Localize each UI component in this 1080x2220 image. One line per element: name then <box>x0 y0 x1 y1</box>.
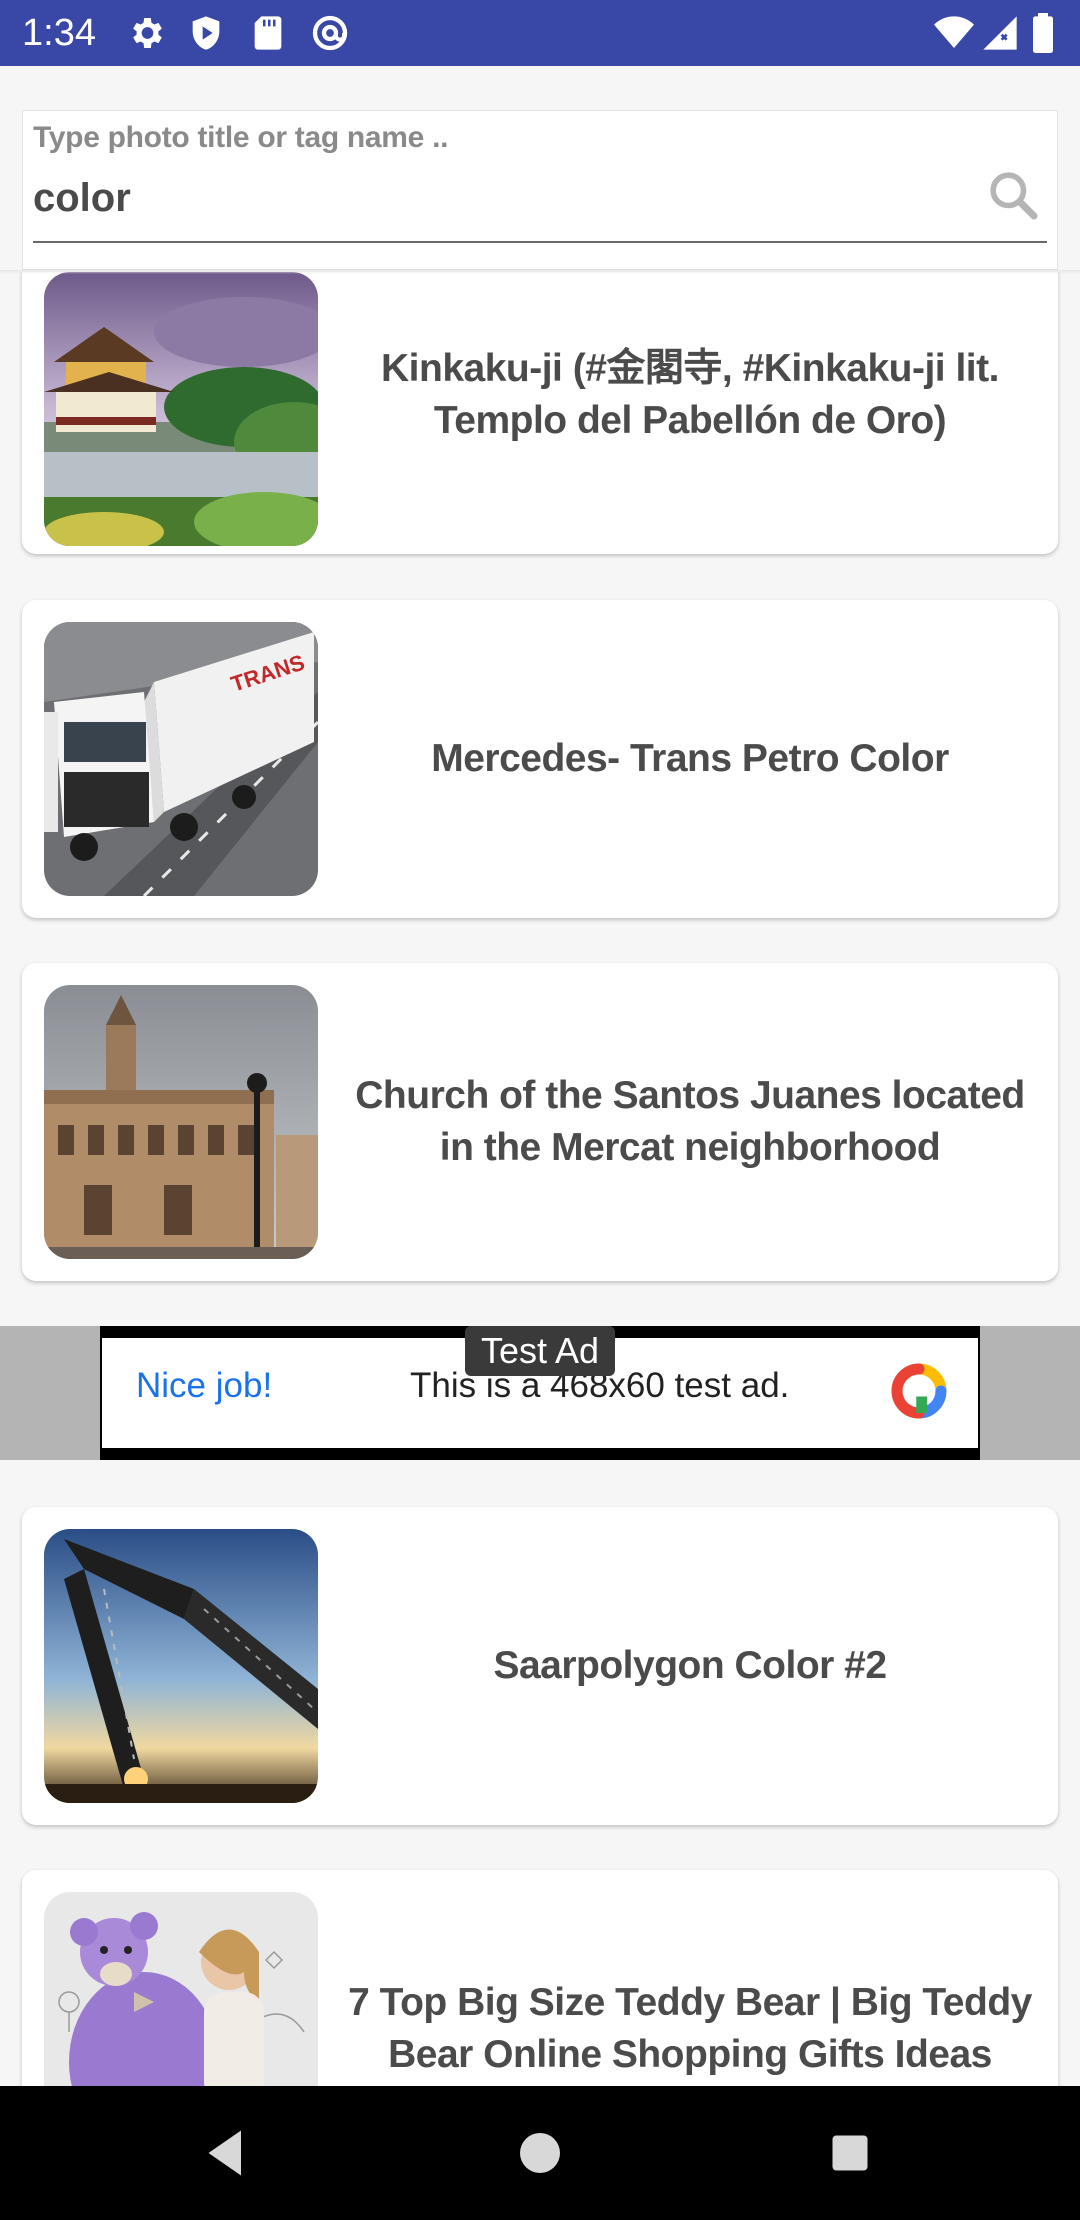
battery-icon <box>1030 13 1060 53</box>
signal-icon <box>980 13 1020 53</box>
thumbnail-image <box>44 272 318 546</box>
search-hint: Type photo title or tag name .. <box>33 121 449 154</box>
recents-icon[interactable] <box>820 2123 880 2183</box>
item-title: Kinkaku-ji (#金閣寺, #Kinkaku-ji lit. Templ… <box>381 347 999 442</box>
search-icon[interactable] <box>985 167 1041 223</box>
thumbnail-image: TRANS <box>44 622 318 896</box>
list-item[interactable]: Church of the Santos Juanes located in t… <box>22 963 1058 1281</box>
status-bar: 1:34 <box>0 0 1080 66</box>
item-title: Mercedes- Trans Petro Color <box>431 737 949 780</box>
thumbnail-image <box>44 1529 318 1803</box>
item-title: Saarpolygon Color #2 <box>493 1644 887 1687</box>
thumbnail-image <box>44 985 318 1259</box>
search-input[interactable] <box>33 169 1033 227</box>
ad-label: Test Ad <box>465 1326 615 1376</box>
list-item[interactable]: Kinkaku-ji (#金閣寺, #Kinkaku-ji lit. Templ… <box>22 236 1058 554</box>
settings-icon <box>126 13 166 53</box>
ad-cta[interactable]: Nice job! <box>136 1366 272 1406</box>
list-item[interactable]: TRANS Mercedes- Trans Petro Color <box>22 600 1058 918</box>
back-icon[interactable] <box>196 2123 256 2183</box>
search-box: Type photo title or tag name .. <box>22 110 1058 270</box>
list-item[interactable]: Saarpolygon Color #2 <box>22 1507 1058 1825</box>
shield-icon <box>186 13 226 53</box>
divider <box>0 270 1080 274</box>
item-title: Church of the Santos Juanes located in t… <box>355 1074 1025 1169</box>
wifi-icon <box>934 13 974 53</box>
status-time: 1:34 <box>22 12 96 54</box>
sd-card-icon <box>248 13 288 53</box>
search-underline <box>33 241 1047 243</box>
at-sign-icon <box>310 13 350 53</box>
ad-logo-icon <box>886 1358 952 1424</box>
home-icon[interactable] <box>510 2123 570 2183</box>
search-area: Type photo title or tag name .. <box>0 66 1080 274</box>
navigation-bar <box>0 2086 1080 2220</box>
